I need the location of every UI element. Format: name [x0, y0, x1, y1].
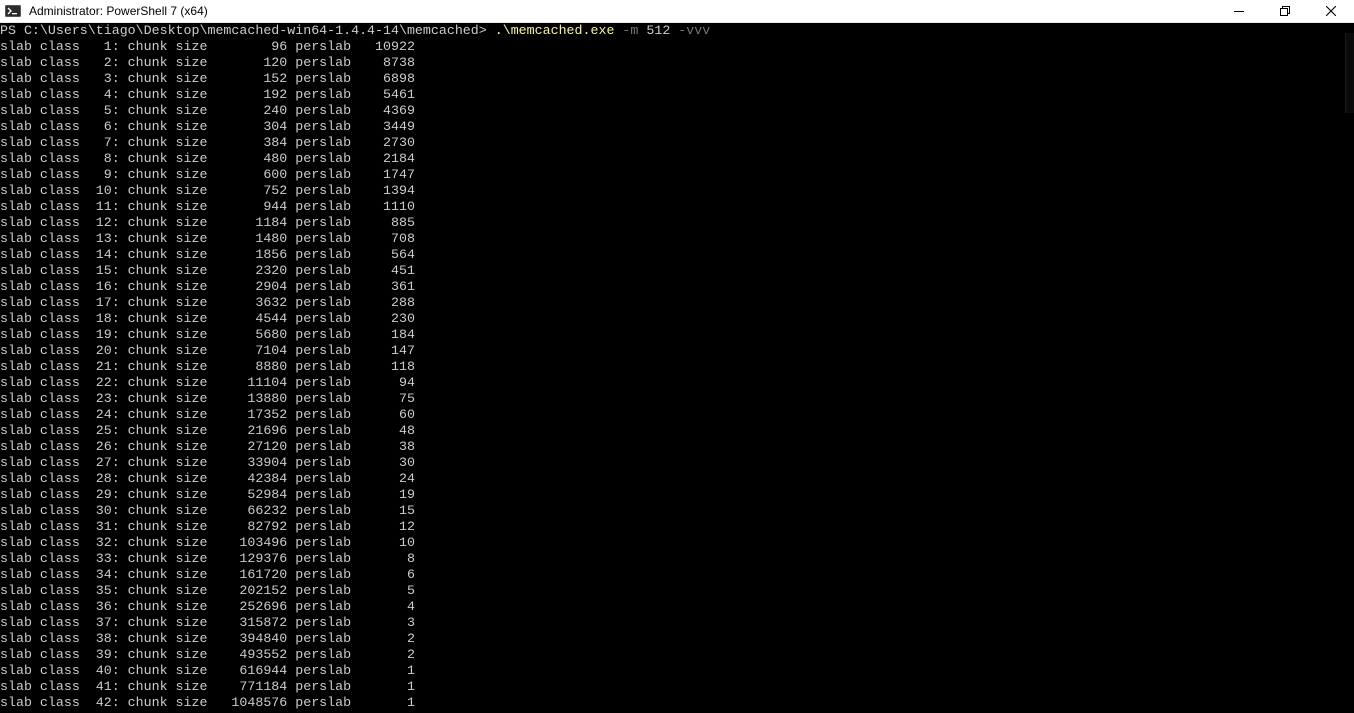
output-line: slab class 38: chunk size 394840 perslab…	[0, 631, 415, 646]
restore-button[interactable]	[1262, 0, 1308, 22]
title-bar[interactable]: Administrator: PowerShell 7 (x64)	[0, 0, 1354, 23]
vertical-scrollbar[interactable]	[1341, 23, 1354, 713]
restore-icon	[1280, 6, 1290, 16]
prompt-path: PS C:\Users\tiago\Desktop\memcached-win6…	[0, 23, 495, 38]
output-line: slab class 10: chunk size 752 perslab 13…	[0, 183, 415, 198]
output-line: slab class 28: chunk size 42384 perslab …	[0, 471, 415, 486]
output-line: slab class 1: chunk size 96 perslab 1092…	[0, 39, 415, 54]
output-line: slab class 12: chunk size 1184 perslab 8…	[0, 215, 415, 230]
output-line: slab class 6: chunk size 304 perslab 344…	[0, 119, 415, 134]
close-button[interactable]	[1308, 0, 1354, 22]
output-line: slab class 37: chunk size 315872 perslab…	[0, 615, 415, 630]
output-line: slab class 25: chunk size 21696 perslab …	[0, 423, 415, 438]
output-line: slab class 24: chunk size 17352 perslab …	[0, 407, 415, 422]
output-line: slab class 13: chunk size 1480 perslab 7…	[0, 231, 415, 246]
output-line: slab class 20: chunk size 7104 perslab 1…	[0, 343, 415, 358]
output-line: slab class 18: chunk size 4544 perslab 2…	[0, 311, 415, 326]
output-line: slab class 26: chunk size 27120 perslab …	[0, 439, 415, 454]
output-line: slab class 39: chunk size 493552 perslab…	[0, 647, 415, 662]
command-flag-m: -m	[614, 23, 647, 38]
output-line: slab class 7: chunk size 384 perslab 273…	[0, 135, 415, 150]
output-line: slab class 42: chunk size 1048576 persla…	[0, 695, 415, 710]
output-line: slab class 30: chunk size 66232 perslab …	[0, 503, 415, 518]
command-executable: .\memcached.exe	[494, 23, 615, 38]
close-icon	[1326, 6, 1336, 16]
output-line: slab class 22: chunk size 11104 perslab …	[0, 375, 415, 390]
output-line: slab class 4: chunk size 192 perslab 546…	[0, 87, 415, 102]
output-line: slab class 3: chunk size 152 perslab 689…	[0, 71, 415, 86]
output-line: slab class 11: chunk size 944 perslab 11…	[0, 199, 415, 214]
output-line: slab class 40: chunk size 616944 perslab…	[0, 663, 415, 678]
output-line: slab class 2: chunk size 120 perslab 873…	[0, 55, 415, 70]
output-line: slab class 15: chunk size 2320 perslab 4…	[0, 263, 415, 278]
output-line: slab class 36: chunk size 252696 perslab…	[0, 599, 415, 614]
output-line: slab class 14: chunk size 1856 perslab 5…	[0, 247, 415, 262]
output-line: slab class 8: chunk size 480 perslab 218…	[0, 151, 415, 166]
output-line: slab class 23: chunk size 13880 perslab …	[0, 391, 415, 406]
command-line: PS C:\Users\tiago\Desktop\memcached-win6…	[0, 23, 1341, 39]
command-flag-verbose: -vvv	[670, 23, 711, 38]
output-line: slab class 16: chunk size 2904 perslab 3…	[0, 279, 415, 294]
output-line: slab class 34: chunk size 161720 perslab…	[0, 567, 415, 582]
scrollbar-thumb[interactable]	[1345, 33, 1354, 113]
output-line: slab class 31: chunk size 82792 perslab …	[0, 519, 415, 534]
powershell-icon[interactable]	[5, 3, 21, 19]
minimize-icon	[1234, 11, 1244, 12]
output-line: slab class 29: chunk size 52984 perslab …	[0, 487, 415, 502]
output-line: slab class 21: chunk size 8880 perslab 1…	[0, 359, 415, 374]
output-line: slab class 17: chunk size 3632 perslab 2…	[0, 295, 415, 310]
output-line: slab class 41: chunk size 771184 perslab…	[0, 679, 415, 694]
output-line: slab class 32: chunk size 103496 perslab…	[0, 535, 415, 550]
window-title: Administrator: PowerShell 7 (x64)	[29, 4, 208, 18]
output-line: slab class 35: chunk size 202152 perslab…	[0, 583, 415, 598]
output-line: slab class 5: chunk size 240 perslab 436…	[0, 103, 415, 118]
output-line: slab class 27: chunk size 33904 perslab …	[0, 455, 415, 470]
output-line: slab class 9: chunk size 600 perslab 174…	[0, 167, 415, 182]
console-output[interactable]: PS C:\Users\tiago\Desktop\memcached-win6…	[0, 23, 1341, 713]
command-memory-value: 512	[646, 23, 671, 38]
output-line: slab class 33: chunk size 129376 perslab…	[0, 551, 415, 566]
minimize-button[interactable]	[1216, 0, 1262, 22]
output-line: slab class 19: chunk size 5680 perslab 1…	[0, 327, 415, 342]
